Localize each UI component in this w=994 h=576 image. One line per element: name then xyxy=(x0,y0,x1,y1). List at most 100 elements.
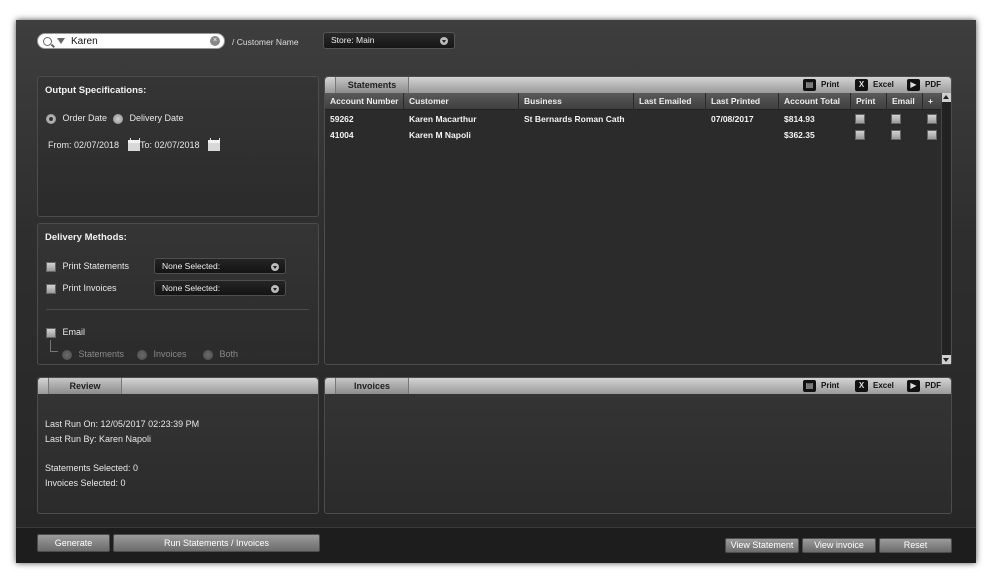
invoices-excel-button[interactable]: X Excel xyxy=(855,379,894,393)
invoices-print-button[interactable]: ▤ Print xyxy=(803,379,839,393)
row-print-checkbox[interactable] xyxy=(855,114,865,124)
invoices-method-select[interactable]: None Selected: xyxy=(154,280,286,296)
search-box[interactable]: Karen × xyxy=(37,33,225,49)
statements-pdf-button[interactable]: ▶ PDF xyxy=(907,78,941,92)
row-print-checkbox[interactable] xyxy=(855,130,865,140)
row-select-checkbox[interactable] xyxy=(927,130,937,140)
statements-print-button[interactable]: ▤ Print xyxy=(803,78,839,92)
calendar-icon[interactable] xyxy=(208,138,221,152)
from-date[interactable]: From: 02/07/2018 xyxy=(48,138,140,152)
email-checkbox[interactable] xyxy=(46,327,56,338)
cell-business xyxy=(519,127,524,143)
excel-icon: X xyxy=(855,79,868,91)
generate-button[interactable]: Generate xyxy=(37,534,110,552)
to-date[interactable]: To: 02/07/2018 xyxy=(140,138,221,152)
print-invoices-option[interactable]: Print Invoices xyxy=(46,283,117,294)
calendar-icon[interactable] xyxy=(127,138,140,152)
print-statements-label: Print Statements xyxy=(62,261,130,271)
row-email-checkbox[interactable] xyxy=(891,114,901,124)
invoices-pdf-button[interactable]: ▶ PDF xyxy=(907,379,941,393)
column-account-number[interactable]: Account Number xyxy=(325,93,404,110)
filter-icon[interactable] xyxy=(57,38,65,44)
delivery-methods-panel: Delivery Methods: Print Statements None … xyxy=(37,223,319,365)
scroll-up-icon[interactable] xyxy=(942,93,951,102)
statements-excel-button[interactable]: X Excel xyxy=(855,78,894,92)
pdf-label: PDF xyxy=(925,381,941,390)
email-option[interactable]: Email xyxy=(46,327,85,338)
statements-grid-header: Account Number Customer Business Last Em… xyxy=(325,93,951,110)
delivery-date-label: Delivery Date xyxy=(129,113,184,123)
order-date-label: Order Date xyxy=(62,113,108,123)
row-email-checkbox[interactable] xyxy=(891,130,901,140)
delivery-date-option[interactable]: Delivery Date xyxy=(113,113,184,124)
invoices-method-value: None Selected: xyxy=(162,283,221,293)
cell-last-emailed xyxy=(634,127,639,143)
pdf-icon: ▶ xyxy=(907,79,920,91)
print-invoices-checkbox[interactable] xyxy=(46,283,56,294)
tree-connector xyxy=(50,340,58,352)
tab-review[interactable]: Review xyxy=(48,378,122,394)
email-statements-radio[interactable] xyxy=(62,349,72,360)
from-date-text: From: 02/07/2018 xyxy=(48,140,120,150)
email-invoices-option[interactable]: Invoices xyxy=(137,349,187,360)
print-statements-option[interactable]: Print Statements xyxy=(46,261,129,272)
cell-account-total: $814.93 xyxy=(784,114,815,124)
delivery-date-radio[interactable] xyxy=(113,113,123,124)
email-statements-option[interactable]: Statements xyxy=(62,349,124,360)
invoices-panel: Invoices ▤ Print X Excel ▶ PDF xyxy=(324,377,952,514)
order-date-radio[interactable] xyxy=(46,113,56,124)
cell-account-total: $362.35 xyxy=(784,130,815,140)
pdf-label: PDF xyxy=(925,80,941,89)
excel-label: Excel xyxy=(873,381,894,390)
last-run-on: Last Run On: 12/05/2017 02:23:39 PM xyxy=(45,419,200,429)
column-email[interactable]: Email xyxy=(887,93,923,110)
output-specifications-panel: Output Specifications: Order Date Delive… xyxy=(37,76,319,217)
last-run-by: Last Run By: Karen Napoli xyxy=(45,434,152,444)
column-account-total[interactable]: Account Total xyxy=(779,93,851,110)
excel-label: Excel xyxy=(873,80,894,89)
row-select-checkbox[interactable] xyxy=(927,114,937,124)
statements-panel: Statements ▤ Print X Excel ▶ PDF Account Nu… xyxy=(324,76,952,365)
bottom-action-bar: Generate Run Statements / Invoices View … xyxy=(16,527,976,563)
column-customer[interactable]: Customer xyxy=(404,93,519,110)
cell-account-number: 41004 xyxy=(330,130,354,140)
column-last-printed[interactable]: Last Printed xyxy=(706,93,779,110)
cell-customer: Karen Macarthur xyxy=(409,114,477,124)
divider xyxy=(46,309,309,310)
tab-statements[interactable]: Statements xyxy=(335,77,409,93)
statements-app-window: Karen × / Customer Name Store: Main Outp… xyxy=(16,20,976,563)
cell-last-emailed xyxy=(634,111,639,127)
search-input[interactable]: Karen xyxy=(71,36,210,47)
store-select[interactable]: Store: Main xyxy=(323,32,455,49)
table-row[interactable]: 59262 Karen Macarthur St Bernards Roman … xyxy=(325,111,943,127)
print-statements-checkbox[interactable] xyxy=(46,261,56,272)
column-add[interactable]: + xyxy=(923,93,943,110)
clear-icon[interactable]: × xyxy=(210,36,220,46)
statements-method-select[interactable]: None Selected: xyxy=(154,258,286,274)
run-statements-invoices-button[interactable]: Run Statements / Invoices xyxy=(113,534,320,552)
invoices-tabbar: Invoices ▤ Print X Excel ▶ PDF xyxy=(325,378,951,394)
reset-button[interactable]: Reset xyxy=(879,538,952,553)
email-invoices-label: Invoices xyxy=(153,349,187,359)
store-select-value: Store: Main xyxy=(331,35,375,45)
print-invoices-label: Print Invoices xyxy=(62,283,117,293)
email-label: Email xyxy=(62,327,86,337)
column-print[interactable]: Print xyxy=(851,93,887,110)
order-date-option[interactable]: Order Date xyxy=(46,113,107,124)
email-both-option[interactable]: Both xyxy=(203,349,238,360)
statements-scrollbar[interactable] xyxy=(941,93,951,364)
column-last-emailed[interactable]: Last Emailed xyxy=(634,93,706,110)
view-statement-button[interactable]: View Statement xyxy=(725,538,799,553)
tab-invoices[interactable]: Invoices xyxy=(335,378,409,394)
invoices-selected: Invoices Selected: 0 xyxy=(45,478,126,488)
table-row[interactable]: 41004 Karen M Napoli $362.35 xyxy=(325,127,943,143)
column-business[interactable]: Business xyxy=(519,93,634,110)
email-invoices-radio[interactable] xyxy=(137,349,147,360)
search-field-label: / Customer Name xyxy=(232,37,299,47)
view-invoice-button[interactable]: View invoice xyxy=(802,538,876,553)
print-label: Print xyxy=(821,80,840,89)
email-both-radio[interactable] xyxy=(203,349,213,360)
scroll-down-icon[interactable] xyxy=(942,355,951,364)
chevron-down-icon xyxy=(440,37,448,45)
search-icon[interactable] xyxy=(43,36,52,46)
